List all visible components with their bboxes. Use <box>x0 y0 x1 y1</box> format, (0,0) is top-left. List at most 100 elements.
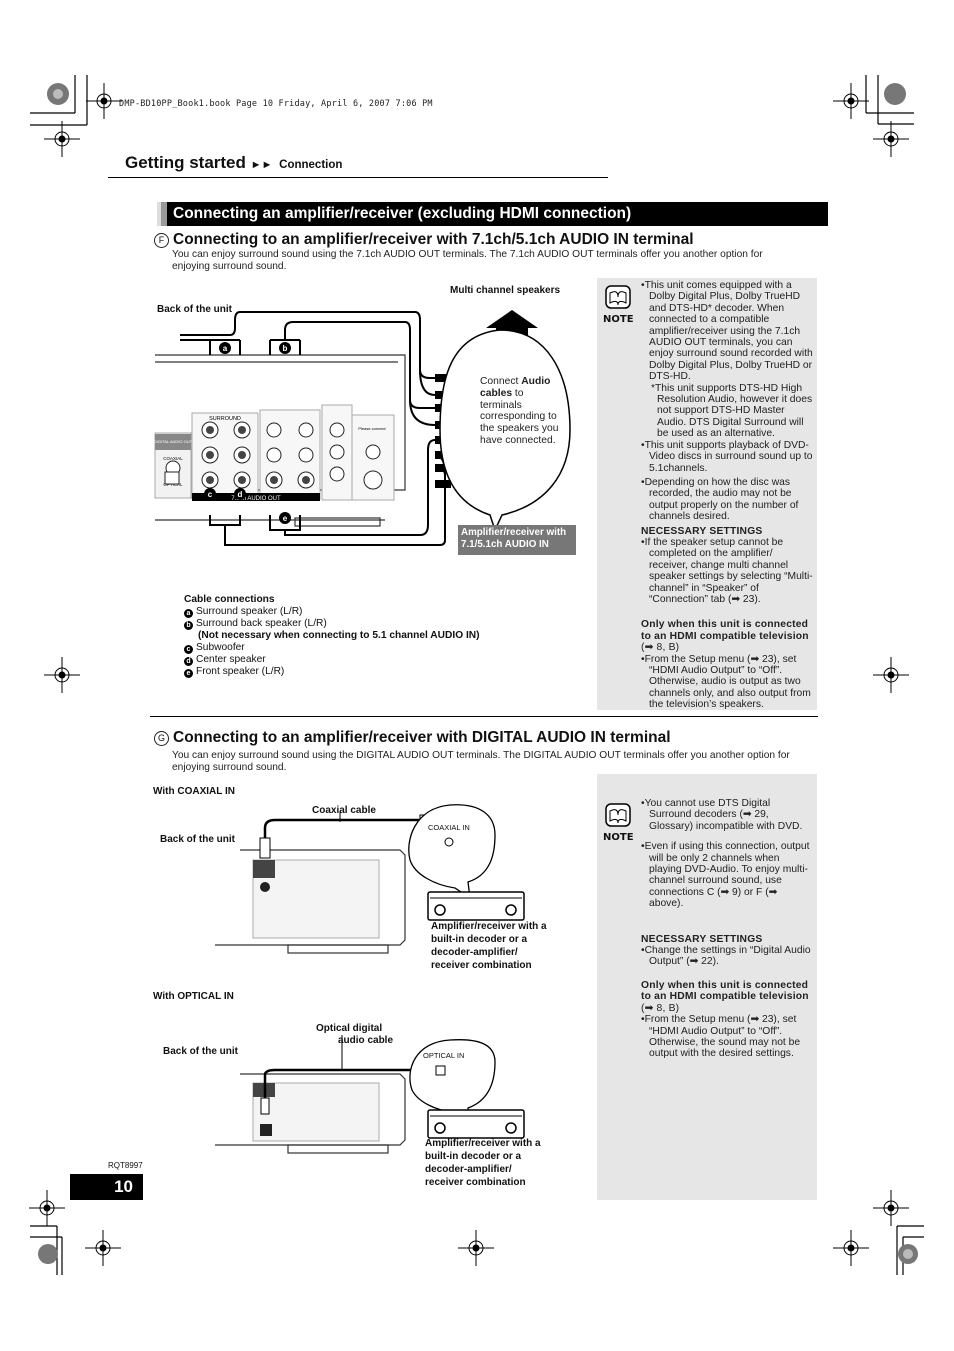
cable-item-text: Subwoofer <box>196 642 245 653</box>
cable-item: a Surround speaker (L/R) <box>184 606 480 618</box>
marker-dot: e <box>184 669 193 678</box>
intro-line: enjoying surround sound. <box>172 762 287 773</box>
bubble-bold: cables <box>480 387 513 399</box>
necessary-settings-title: NECESSARY SETTINGS <box>641 525 763 537</box>
hdmi-title: Only when this unit is connected to an H… <box>641 619 809 642</box>
amp-line: Amplifier/receiver with a <box>425 1138 541 1149</box>
coaxial-in-label: COAXIAL IN <box>428 823 470 832</box>
bubble-line: have connected. <box>480 434 556 446</box>
amplifier-label-line: Amplifier/receiver with <box>461 527 567 538</box>
section-divider <box>150 716 818 717</box>
panel-label-please-connect: Please connect <box>358 426 386 431</box>
breadcrumb-arrows: ►► <box>250 159 273 171</box>
section-g-title: Connecting to an amplifier/receiver with… <box>173 729 671 746</box>
print-header: DMP-BD10PP_Book1.book Page 10 Friday, Ap… <box>119 99 433 109</box>
page-header-subtitle: Connection <box>279 159 343 171</box>
hdmi-ref: (➡ 8, B) <box>641 642 680 654</box>
note-bullet: •Change the settings in “Digital Audio O… <box>641 945 811 968</box>
note-footnote: *This unit supports DTS-HD High Resoluti… <box>651 382 813 440</box>
amp-line: receiver combination <box>431 960 532 971</box>
section-g-heading: G Connecting to an amplifier/receiver wi… <box>154 729 671 747</box>
section-f-heading: F Connecting to an amplifier/receiver wi… <box>154 231 694 249</box>
note-bullet: •From the Setup menu (➡ 23), set “HDMI A… <box>641 653 811 711</box>
optical-amplifier-label: Amplifier/receiver with a built-in decod… <box>425 1137 541 1189</box>
cable-item-text: Surround back speaker (L/R) <box>196 618 327 629</box>
cable-marker-d-label: d <box>238 490 243 499</box>
coaxial-amplifier-label: Amplifier/receiver with a built-in decod… <box>431 920 547 972</box>
book-icon <box>605 285 631 309</box>
cable-marker-e-label: e <box>283 514 288 523</box>
note-f-text: •This unit comes equipped with a Dolby D… <box>641 280 813 711</box>
note-bullet-text: From the Setup menu (➡ 23), set “HDMI Au… <box>644 1014 801 1060</box>
note-bullet-text: Change the settings in “Digital Audio Ou… <box>644 945 811 968</box>
page-header-title: Getting started <box>125 153 246 172</box>
hdmi-title: Only when this unit is connected to an H… <box>641 979 809 1003</box>
marker-dot: b <box>184 621 193 630</box>
note-bullet: •From the Setup menu (➡ 23), set “HDMI A… <box>641 1014 801 1060</box>
note-bullet: •Even if using this connection, output w… <box>641 841 810 910</box>
note-bullet: •This unit supports playback of DVD-Vide… <box>641 439 813 474</box>
header-rule <box>108 177 608 178</box>
amp-line: decoder-amplifier/ <box>431 947 518 958</box>
amplifier-label: Amplifier/receiver with 7.1/5.1ch AUDIO … <box>461 527 566 550</box>
cable-item: e Front speaker (L/R) <box>184 666 480 678</box>
section-g-marker: G <box>154 730 169 746</box>
note-label: NOTE <box>603 314 634 325</box>
cable-marker-c-label: c <box>208 490 213 499</box>
cable-item-text: Surround speaker (L/R) <box>196 606 303 617</box>
amp-line: built-in decoder or a <box>425 1151 522 1162</box>
bubble-line: to <box>512 387 524 399</box>
marker-dot: c <box>184 645 193 654</box>
cable-item-text: Center speaker <box>196 654 266 665</box>
multi-channel-speakers-label: Multi channel speakers <box>450 285 561 296</box>
book-icon <box>605 803 631 827</box>
note-bullet: •If the speaker setup cannot be complete… <box>641 536 813 605</box>
bubble-line: Connect <box>480 376 522 387</box>
intro-line: You can enjoy surround sound using the D… <box>172 750 790 761</box>
note-bullet: •This unit comes equipped with a Dolby D… <box>641 280 813 383</box>
bubble-line: corresponding to <box>480 411 557 423</box>
cable-connections-list: Cable connections a Surround speaker (L/R… <box>184 594 480 678</box>
cable-item: d Center speaker <box>184 654 480 666</box>
cable-marker-b-label: b <box>283 344 288 353</box>
note-bullet-text: This unit comes equipped with a Dolby Di… <box>644 280 813 383</box>
banner-title: Connecting an amplifier/receiver (exclud… <box>173 205 632 222</box>
section-f-intro: You can enjoy surround sound using the 7… <box>172 249 812 273</box>
necessary-settings-title: NECESSARY SETTINGS <box>641 933 763 945</box>
section-f-title: Connecting to an amplifier/receiver with… <box>173 231 694 248</box>
amp-line: decoder-amplifier/ <box>425 1164 512 1175</box>
note-icon: NOTE <box>603 285 634 325</box>
bubble-bold: Audio <box>521 376 551 387</box>
intro-line: You can enjoy surround sound using the 7… <box>172 249 763 260</box>
section-f-marker: F <box>154 232 169 248</box>
with-optical-heading: With OPTICAL IN <box>153 991 234 1002</box>
cable-marker-a-label: a <box>223 344 228 353</box>
bubble-text: Connect Audio cables to terminals corres… <box>480 376 558 447</box>
with-coaxial-heading: With COAXIAL IN <box>153 786 235 797</box>
note-bullet-text: If the speaker setup cannot be completed… <box>644 536 813 605</box>
banner-stripe <box>157 202 167 226</box>
section-g-intro: You can enjoy surround sound using the D… <box>172 750 812 774</box>
marker-dot: d <box>184 657 193 666</box>
marker-dot: a <box>184 609 193 618</box>
cable-connections-title: Cable connections <box>184 594 275 605</box>
page-header: Getting started ►► Connection <box>125 153 342 173</box>
cable-item: b Surround back speaker (L/R) <box>184 618 480 630</box>
note-icon: NOTE <box>603 803 634 843</box>
note-g-text: •You cannot use DTS Digital Surround dec… <box>641 798 813 1060</box>
amp-line: Amplifier/receiver with a <box>431 921 547 932</box>
amplifier-label-line: 7.1/5.1ch AUDIO IN <box>461 538 549 550</box>
cable-item: c Subwoofer <box>184 642 480 654</box>
note-bullet-text: This unit supports playback of DVD-Video… <box>644 439 813 474</box>
note-label: NOTE <box>603 832 634 843</box>
amp-line: receiver combination <box>425 1177 526 1188</box>
section-banner: Connecting an amplifier/receiver (exclud… <box>157 202 828 226</box>
bubble-line: terminals <box>480 399 522 411</box>
note-bullet: •Depending on how the disc was recorded,… <box>641 476 799 523</box>
cable-item-note: (Not necessary when connecting to 5.1 ch… <box>198 630 480 641</box>
page-number: 10 <box>70 1174 143 1200</box>
optical-in-label: OPTICAL IN <box>423 1051 465 1060</box>
coaxial-in-bubble <box>408 804 496 900</box>
intro-line: enjoying surround sound. <box>172 261 287 272</box>
note-bullet-text: From the Setup menu (➡ 23), set “HDMI Au… <box>644 653 811 711</box>
